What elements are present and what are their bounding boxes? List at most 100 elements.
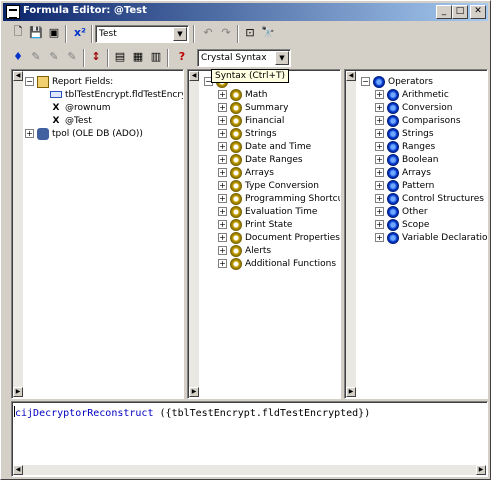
scroll-up-arrow[interactable]: ◀	[346, 71, 356, 81]
tree-item[interactable]: + Variable Declarations	[375, 231, 487, 244]
expand-icon[interactable]: +	[375, 103, 384, 112]
tree-item[interactable]: + Print State	[218, 218, 292, 231]
tree-item[interactable]: + Ranges	[375, 140, 435, 153]
scroll-down-arrow[interactable]: ▶	[189, 387, 199, 397]
tree-item[interactable]: + Pattern	[375, 179, 434, 192]
sort-icon[interactable]: ↕	[87, 47, 105, 65]
horizontal-scrollbar[interactable]: ◀ ▶	[13, 465, 486, 475]
expand-icon[interactable]: +	[218, 207, 227, 216]
tree-item-field[interactable]: tblTestEncrypt.fldTestEncrypted	[50, 88, 183, 101]
expand-icon[interactable]: +	[375, 181, 384, 190]
scroll-up-arrow[interactable]: ◀	[189, 71, 199, 81]
tree-item[interactable]: + Strings	[375, 127, 434, 140]
expand-icon[interactable]: +	[218, 103, 227, 112]
tree-item[interactable]: + Type Conversion	[218, 179, 319, 192]
chevron-down-icon[interactable]: ▼	[173, 27, 187, 41]
expand-icon[interactable]: +	[375, 233, 384, 242]
bookmark-icon[interactable]: ♦	[9, 47, 27, 65]
clear-bookmarks-icon[interactable]: ✎	[63, 47, 81, 65]
redo-icon[interactable]: ↷	[217, 23, 235, 41]
expand-icon[interactable]: +	[218, 90, 227, 99]
expand-icon[interactable]: +	[218, 233, 227, 242]
new-icon[interactable]: 🗋	[9, 23, 27, 41]
expand-icon[interactable]: +	[218, 155, 227, 164]
expand-icon[interactable]: +	[25, 129, 34, 138]
expand-icon[interactable]: +	[218, 129, 227, 138]
tree-item[interactable]: + Arrays	[375, 166, 431, 179]
collapse-icon[interactable]: −	[361, 77, 370, 86]
tree-item-formula[interactable]: X @Test	[50, 114, 92, 127]
expand-icon[interactable]: +	[375, 194, 384, 203]
scroll-down-arrow[interactable]: ▶	[13, 387, 23, 397]
scrollbar[interactable]: ◀ ▶	[13, 71, 23, 397]
formula-code[interactable]: cijDecryptorReconstruct ({tblTestEncrypt…	[14, 406, 370, 419]
expand-icon[interactable]: +	[218, 181, 227, 190]
tree-item[interactable]: + Programming Shortcuts	[218, 192, 340, 205]
scroll-down-arrow[interactable]: ▶	[346, 387, 356, 397]
toggle-functions-tree-icon[interactable]: ▦	[129, 47, 147, 65]
tree-item[interactable]: + Date Ranges	[218, 153, 303, 166]
expand-icon[interactable]: +	[375, 220, 384, 229]
find-icon[interactable]: 🔭	[259, 23, 277, 41]
collapse-icon[interactable]: −	[25, 77, 34, 86]
tree-item[interactable]: + Financial	[218, 114, 284, 127]
prev-bookmark-icon[interactable]: ✎	[45, 47, 63, 65]
tree-item-operators[interactable]: − Operators	[361, 75, 433, 88]
tree-item[interactable]: + Arithmetic	[375, 88, 449, 101]
tree-item[interactable]: + Other	[375, 205, 428, 218]
check-syntax-icon[interactable]: x²	[71, 23, 89, 41]
chevron-down-icon[interactable]: ▼	[275, 51, 289, 65]
toggle-fields-tree-icon[interactable]: ▤	[111, 47, 129, 65]
tree-item[interactable]: + Additional Functions	[218, 257, 336, 270]
formula-name-select[interactable]: Test ▼	[95, 25, 189, 43]
operators-panel[interactable]: ◀ ▶ − Operators + Arithmetic + Conversion + C…	[344, 69, 488, 399]
functions-panel[interactable]: ◀ ▶ − + Math + Summary + Financial + Strings + Da…	[187, 69, 341, 399]
tree-item[interactable]: + Summary	[218, 101, 289, 114]
expand-icon[interactable]: +	[375, 129, 384, 138]
expand-icon[interactable]: +	[375, 155, 384, 164]
expand-icon[interactable]: +	[218, 220, 227, 229]
tree-item[interactable]: + Math	[218, 88, 268, 101]
tree-item[interactable]: + Control Structures	[375, 192, 484, 205]
toggle-operators-tree-icon[interactable]: ▥	[147, 47, 165, 65]
scrollbar[interactable]: ◀ ▶	[346, 71, 356, 397]
browse-data-icon[interactable]: ⊡	[241, 23, 259, 41]
next-bookmark-icon[interactable]: ✎	[27, 47, 45, 65]
expand-icon[interactable]: +	[375, 207, 384, 216]
expand-icon[interactable]: +	[218, 246, 227, 255]
scroll-up-arrow[interactable]: ◀	[13, 71, 23, 81]
undo-icon[interactable]: ↶	[199, 23, 217, 41]
maximize-button[interactable]: □	[452, 5, 468, 19]
expand-icon[interactable]: +	[375, 168, 384, 177]
expand-icon[interactable]: +	[218, 116, 227, 125]
expand-icon[interactable]: +	[375, 116, 384, 125]
tree-item[interactable]: + Scope	[375, 218, 429, 231]
syntax-select[interactable]: Crystal Syntax ▼	[197, 49, 291, 67]
scroll-left-arrow[interactable]: ◀	[13, 465, 23, 475]
scrollbar[interactable]: ◀ ▶	[189, 71, 199, 397]
save-icon[interactable]: 💾	[27, 23, 45, 41]
close-button[interactable]: ✕	[470, 5, 486, 19]
expand-icon[interactable]: +	[218, 259, 227, 268]
tree-item-report-fields[interactable]: − Report Fields:	[25, 75, 113, 88]
tree-item[interactable]: + Document Properties	[218, 231, 340, 244]
tree-item[interactable]: + Boolean	[375, 153, 438, 166]
minimize-button[interactable]: _	[436, 5, 452, 19]
tree-item[interactable]: + Date and Time	[218, 140, 311, 153]
expand-icon[interactable]: +	[218, 194, 227, 203]
tree-item[interactable]: + Evaluation Time	[218, 205, 317, 218]
tree-item-formula[interactable]: X @rownum	[50, 101, 111, 114]
report-fields-panel[interactable]: ◀ ▶ − Report Fields: tblTestEncrypt.fldT…	[11, 69, 184, 399]
tree-item[interactable]: + Comparisons	[375, 114, 461, 127]
tree-item[interactable]: + Alerts	[218, 244, 271, 257]
expand-icon[interactable]: +	[375, 90, 384, 99]
help-icon[interactable]: ?	[173, 47, 191, 65]
save-close-icon[interactable]: ▣	[45, 23, 63, 41]
expand-icon[interactable]: +	[218, 142, 227, 151]
tree-item[interactable]: + Conversion	[375, 101, 452, 114]
expand-icon[interactable]: +	[375, 142, 384, 151]
tree-item[interactable]: + Arrays	[218, 166, 274, 179]
tree-item-database[interactable]: + tpol (OLE DB (ADO))	[25, 127, 143, 140]
scroll-right-arrow[interactable]: ▶	[476, 465, 486, 475]
formula-text-editor[interactable]: cijDecryptorReconstruct ({tblTestEncrypt…	[11, 401, 488, 477]
